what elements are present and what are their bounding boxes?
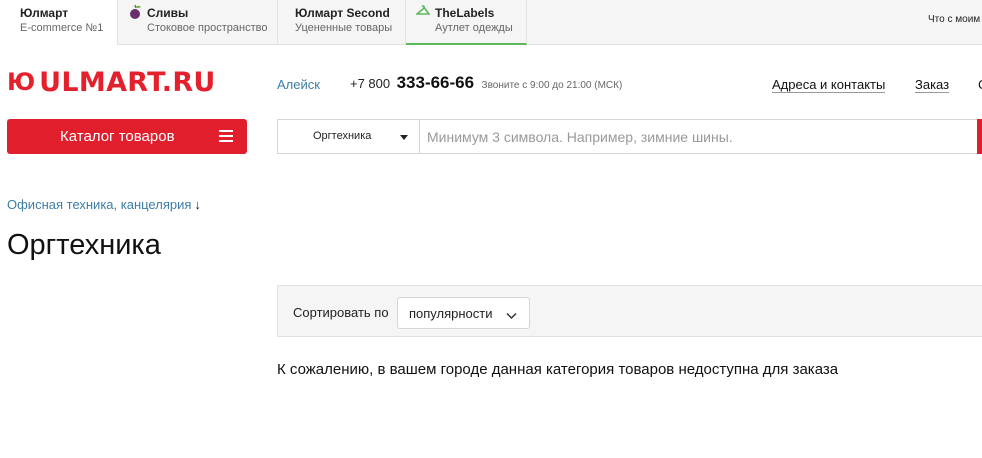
- arrow-down-icon: ↓: [194, 197, 201, 212]
- city-selector[interactable]: Алейск: [277, 77, 320, 92]
- catalog-button-label: Каталог товаров: [60, 128, 175, 145]
- tab-slivy-subtitle: Стоковое пространство: [147, 22, 268, 34]
- tab-slivy[interactable]: Сливы Стоковое пространство: [118, 0, 278, 44]
- page-title: Оргтехника: [7, 229, 161, 261]
- order-link[interactable]: Заказ: [915, 77, 950, 93]
- sort-label: Сортировать по: [293, 305, 389, 320]
- search-button[interactable]: [977, 119, 982, 154]
- phone-hours: Звоните с 9:00 до 21:00 (МСК): [481, 80, 623, 91]
- tab-ulmart-second[interactable]: Юлмарт Second Уцененные товары: [278, 0, 406, 44]
- chevron-down-icon: [506, 308, 517, 323]
- plum-icon: [128, 4, 142, 25]
- sort-select[interactable]: популярности: [397, 297, 530, 329]
- tab-thelabels-subtitle: Аутлет одежды: [435, 22, 513, 34]
- ulmart-logo[interactable]: Ю ULMART.RU: [7, 66, 216, 98]
- sort-select-value: популярности: [409, 306, 493, 321]
- search-bar: Оргтехника: [277, 119, 982, 154]
- search-input[interactable]: [420, 120, 975, 153]
- unavailable-notice: К сожалению, в вашем городе данная катег…: [277, 361, 839, 378]
- tab-second-subtitle: Уцененные товары: [295, 22, 393, 34]
- menu-icon: [219, 130, 233, 145]
- tab-slivy-name: Сливы: [147, 6, 189, 20]
- caret-down-icon: [400, 135, 408, 140]
- tab-thelabels-name: TheLabels: [435, 6, 495, 20]
- tab-ulmart[interactable]: Юлмарт E-commerce №1: [0, 0, 118, 45]
- phone-number: 333-66-66: [396, 73, 475, 92]
- order-status-link[interactable]: Что с моим заказом?: [928, 14, 982, 25]
- logo-mark: Ю: [7, 68, 35, 96]
- tab-ulmart-name: Юлмарт: [20, 6, 69, 20]
- breadcrumb-link[interactable]: Офисная техника, канцелярия: [7, 197, 191, 212]
- tab-thelabels[interactable]: TheLabels Аутлет одежды: [406, 0, 527, 45]
- extra-header-link[interactable]: С: [978, 77, 982, 92]
- logo-text: ULMART.RU: [39, 66, 216, 98]
- sort-bar: Сортировать по популярности: [277, 285, 982, 337]
- tab-ulmart-subtitle: E-commerce №1: [20, 22, 104, 34]
- catalog-button[interactable]: Каталог товаров: [7, 119, 247, 154]
- search-category-select[interactable]: Оргтехника: [278, 120, 420, 153]
- phone-prefix: +7 800: [350, 76, 391, 91]
- breadcrumb: Офисная техника, канцелярия ↓: [7, 197, 201, 212]
- phone-block: +7 800 333-66-66 Звоните с 9:00 до 21:00…: [350, 73, 622, 93]
- site-switcher-bar: Юлмарт E-commerce №1 Сливы Стоковое прос…: [0, 0, 982, 45]
- hanger-icon: [414, 4, 431, 23]
- contacts-link[interactable]: Адреса и контакты: [772, 77, 886, 93]
- tab-second-name: Юлмарт Second: [295, 6, 390, 20]
- search-category-value: Оргтехника: [313, 130, 372, 142]
